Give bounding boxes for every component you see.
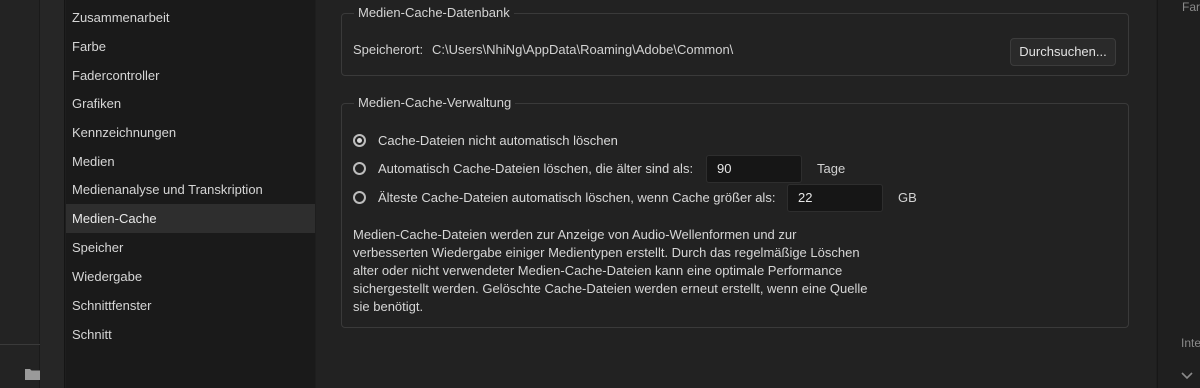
right-label-top: Farb — [1182, 0, 1200, 14]
sidebar-item-zusammenarbeit[interactable]: Zusammenarbeit — [66, 3, 315, 32]
left-panel-edge — [40, 0, 65, 388]
radio-delete-when-larger[interactable] — [353, 191, 366, 204]
sidebar-item-schnitt[interactable]: Schnitt — [66, 320, 315, 349]
sidebar-item-medien[interactable]: Medien — [66, 147, 315, 176]
right-side-panel: Farb Inte — [1157, 0, 1200, 388]
browse-button[interactable]: Durchsuchen... — [1010, 38, 1116, 66]
preferences-sidebar: Zusammenarbeit Farbe Fadercontroller Gra… — [66, 0, 315, 388]
size-unit: GB — [898, 190, 917, 205]
sidebar-item-medienanalyse[interactable]: Medienanalyse und Transkription — [66, 175, 315, 204]
group-title-database: Medien-Cache-Datenbank — [354, 5, 514, 20]
left-toolbar-strip — [0, 0, 40, 388]
radio-label-delete-when-larger[interactable]: Älteste Cache-Dateien automatisch lösche… — [378, 190, 775, 205]
preferences-content: Medien-Cache-Datenbank Speicherort: C:\U… — [316, 0, 1156, 388]
media-cache-database-group: Medien-Cache-Datenbank Speicherort: C:\U… — [341, 5, 1129, 76]
days-unit: Tage — [817, 161, 846, 176]
sidebar-item-schnittfenster[interactable]: Schnittfenster — [66, 291, 315, 320]
sidebar-item-speicher[interactable]: Speicher — [66, 233, 315, 262]
radio-no-auto-delete[interactable] — [353, 134, 366, 147]
cache-description: Medien-Cache-Dateien werden zur Anzeige … — [353, 227, 868, 314]
size-input[interactable]: 22 — [787, 184, 883, 212]
sidebar-item-farbe[interactable]: Farbe — [66, 32, 315, 61]
chevron-down-icon[interactable] — [1180, 370, 1194, 380]
radio-label-delete-older-than[interactable]: Automatisch Cache-Dateien löschen, die ä… — [378, 161, 693, 176]
sidebar-item-fadercontroller[interactable]: Fadercontroller — [66, 61, 315, 90]
right-label-bottom: Inte — [1181, 336, 1200, 350]
location-path: C:\Users\NhiNg\AppData\Roaming\Adobe\Com… — [432, 42, 734, 57]
sidebar-item-wiedergabe[interactable]: Wiedergabe — [66, 262, 315, 291]
folder-icon[interactable] — [25, 368, 40, 380]
sidebar-item-grafiken[interactable]: Grafiken — [66, 89, 315, 118]
location-label: Speicherort: — [353, 42, 424, 57]
radio-delete-older-than[interactable] — [353, 162, 366, 175]
sidebar-item-medien-cache[interactable]: Medien-Cache — [66, 204, 315, 233]
sidebar-item-kennzeichnungen[interactable]: Kennzeichnungen — [66, 118, 315, 147]
group-title-management: Medien-Cache-Verwaltung — [354, 95, 516, 110]
days-input[interactable]: 90 — [706, 155, 802, 183]
strip-divider — [0, 344, 40, 345]
radio-label-no-auto-delete[interactable]: Cache-Dateien nicht automatisch löschen — [378, 133, 618, 148]
